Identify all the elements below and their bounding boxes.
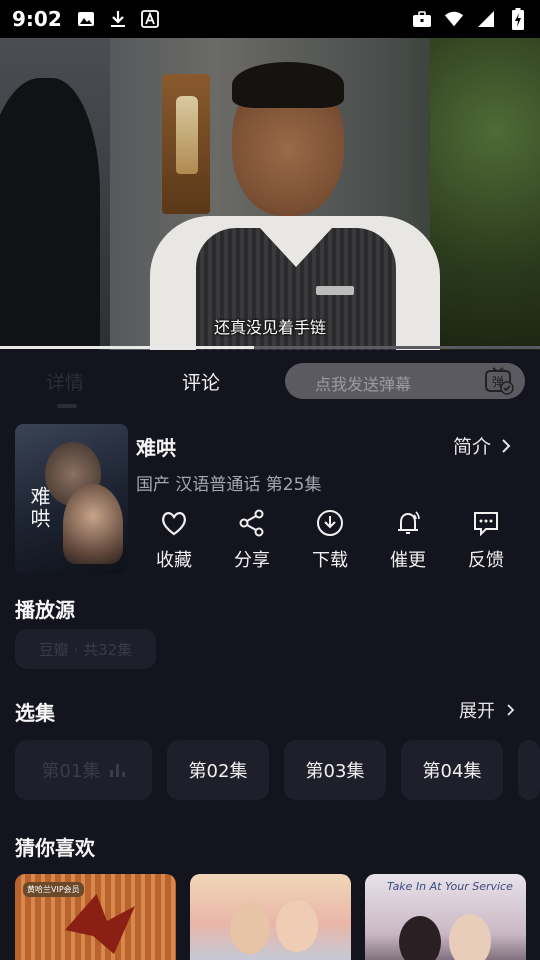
episodes-section-title: 选集 [15, 701, 55, 725]
recommend-card-2-figure-2 [276, 900, 318, 952]
episode-2-label: 第02集 [188, 761, 248, 782]
danmaku-toggle-icon[interactable]: 弹 [483, 365, 515, 397]
recommend-card-2[interactable] [190, 874, 351, 960]
share-button[interactable]: 分享 [222, 508, 282, 572]
source-section-title: 播放源 [15, 598, 75, 622]
favorite-label: 收藏 [156, 550, 192, 571]
bell-icon [398, 511, 420, 534]
feedback-icon [474, 512, 498, 537]
video-progress-bar[interactable] [0, 346, 540, 349]
recommend-card-3-figure-1 [399, 916, 441, 960]
recommend-card-2-figure-1 [230, 904, 270, 954]
show-meta: 国产 汉语普通话 第25集 [136, 475, 322, 495]
episode-5-button-partial[interactable] [518, 740, 540, 800]
episode-1-button[interactable]: 第01集 [15, 740, 152, 800]
video-frame-hair [232, 62, 344, 108]
recommend-card-1-badge: 黄哈兰VIP会员 [23, 882, 84, 897]
battery-charging-icon [508, 8, 528, 30]
font-icon [140, 9, 160, 29]
recommend-card-3[interactable]: Take In At Your Service [365, 874, 526, 960]
status-time: 9:02 [12, 7, 62, 31]
urge-update-label: 催更 [390, 550, 426, 571]
show-poster[interactable]: 难哄 [15, 424, 128, 574]
share-label: 分享 [234, 550, 270, 571]
status-right [400, 8, 528, 30]
urge-update-button[interactable]: 催更 [378, 508, 438, 572]
favorite-button[interactable]: 收藏 [144, 508, 204, 572]
chevron-right-icon [507, 704, 515, 716]
expand-label: 展开 [459, 701, 495, 722]
episode-3-button[interactable]: 第03集 [284, 740, 386, 800]
signal-icon [476, 9, 496, 29]
video-frame-person-left [0, 78, 100, 350]
episode-3-label: 第03集 [305, 761, 365, 782]
image-icon [76, 9, 96, 29]
intro-label: 简介 [453, 436, 492, 458]
episode-1-label: 第01集 [41, 761, 101, 782]
feedback-label: 反馈 [468, 550, 504, 571]
video-frame-badge [316, 286, 354, 295]
status-bar: 9:02 [0, 0, 540, 38]
source-chip[interactable]: 豆瓣 · 共32集 [15, 629, 156, 669]
video-progress-fill [0, 346, 254, 349]
feedback-button[interactable]: 反馈 [456, 508, 516, 572]
recommend-section-title: 猜你喜欢 [15, 836, 95, 860]
expand-episodes-link[interactable]: 展开 [459, 697, 519, 723]
download-icon [108, 9, 128, 29]
playing-equalizer-icon [110, 763, 126, 777]
episode-2-button[interactable]: 第02集 [167, 740, 269, 800]
download-circle-icon [317, 510, 343, 536]
briefcase-icon [412, 9, 432, 29]
recommend-card-3-figure-2 [449, 914, 491, 960]
chevron-right-icon [502, 438, 511, 453]
poster-title: 难哄 [27, 486, 51, 530]
tab-comments[interactable]: 评论 [182, 368, 220, 395]
share-icon [239, 509, 264, 537]
show-title: 难哄 [136, 436, 176, 460]
episode-4-label: 第04集 [422, 761, 482, 782]
download-button[interactable]: 下载 [300, 508, 360, 572]
poster-figure-2 [63, 484, 123, 564]
wifi-icon [444, 9, 464, 29]
danmaku-placeholder: 点我发送弹幕 [315, 375, 412, 394]
video-frame-bottle [176, 96, 198, 174]
episode-4-button[interactable]: 第04集 [401, 740, 503, 800]
recommend-card-1[interactable]: 黄哈兰VIP会员 [15, 874, 176, 960]
video-subtitle: 还真没见着手链 [213, 318, 326, 337]
tab-indicator [57, 404, 77, 408]
video-frame-plants [430, 38, 540, 350]
intro-link[interactable]: 简介 [453, 432, 515, 459]
tab-details[interactable]: 详情 [46, 368, 84, 395]
recommend-card-1-art [65, 894, 135, 954]
download-label: 下载 [312, 550, 348, 571]
video-player[interactable]: 还真没见着手链 [0, 38, 540, 350]
heart-icon [162, 512, 186, 536]
recommend-card-3-caption: Take In At Your Service [387, 880, 513, 893]
danmaku-input[interactable]: 点我发送弹幕 弹 [285, 363, 525, 399]
